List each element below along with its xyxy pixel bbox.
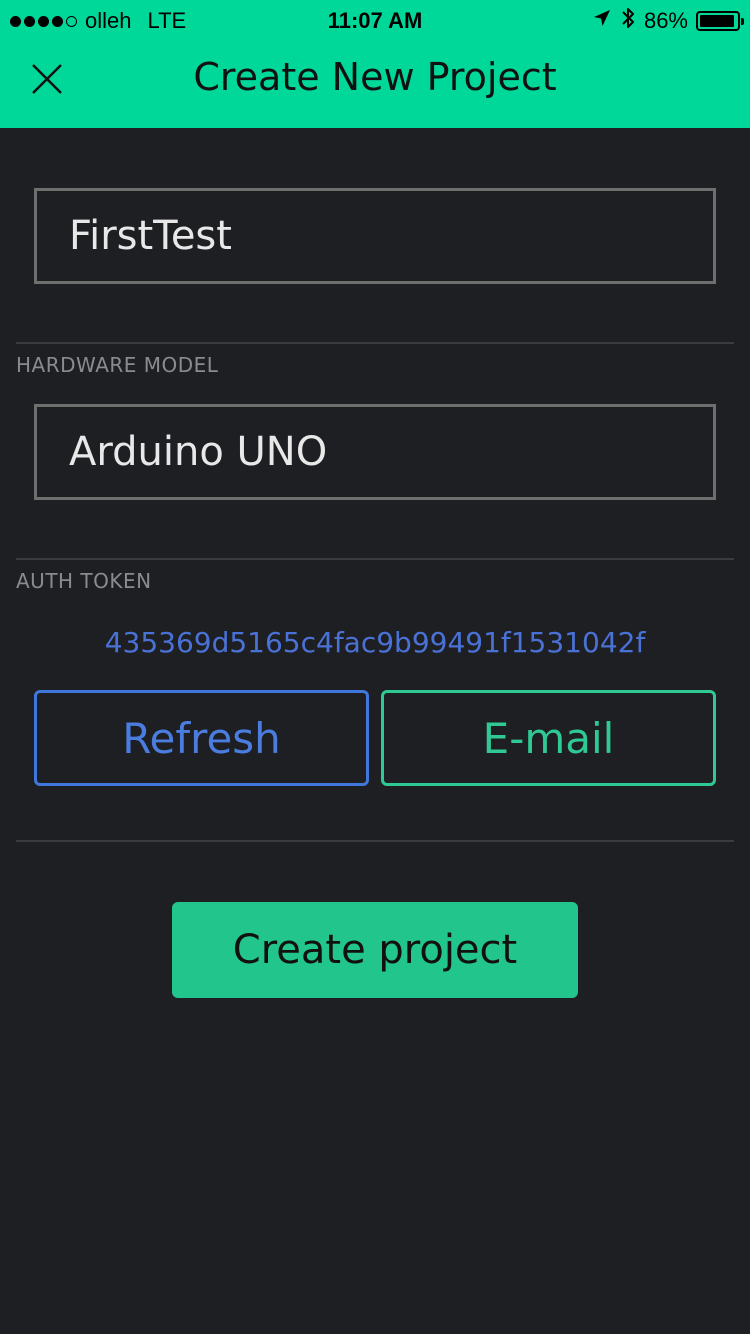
location-arrow-icon xyxy=(592,8,612,34)
hardware-model-select[interactable]: Arduino UNO xyxy=(34,404,716,500)
auth-token-label: AUTH TOKEN xyxy=(16,569,152,593)
refresh-button[interactable]: Refresh xyxy=(34,690,369,786)
battery-icon xyxy=(696,11,744,31)
page-title: Create New Project xyxy=(193,55,557,99)
divider xyxy=(16,558,734,560)
divider xyxy=(16,840,734,842)
project-name-input[interactable]: FirstTest xyxy=(34,188,716,284)
create-project-button[interactable]: Create project xyxy=(172,902,578,998)
email-button-label: E-mail xyxy=(482,713,615,763)
hardware-model-value: Arduino UNO xyxy=(69,429,328,475)
create-project-label: Create project xyxy=(232,927,518,973)
battery-percent: 86% xyxy=(643,8,688,33)
header-bar: olleh LTE 11:07 AM 86% Create New Projec… xyxy=(0,0,750,128)
refresh-button-label: Refresh xyxy=(122,713,281,763)
auth-token-value: 435369d5165c4fac9b99491f1531042f xyxy=(104,626,646,659)
status-right: 86% xyxy=(592,6,744,36)
hardware-model-label: HARDWARE MODEL xyxy=(16,353,219,377)
project-name-value: FirstTest xyxy=(69,213,232,259)
bluetooth-icon xyxy=(620,6,636,36)
email-button[interactable]: E-mail xyxy=(381,690,716,786)
status-bar: olleh LTE 11:07 AM 86% xyxy=(0,0,750,40)
divider xyxy=(16,342,734,344)
